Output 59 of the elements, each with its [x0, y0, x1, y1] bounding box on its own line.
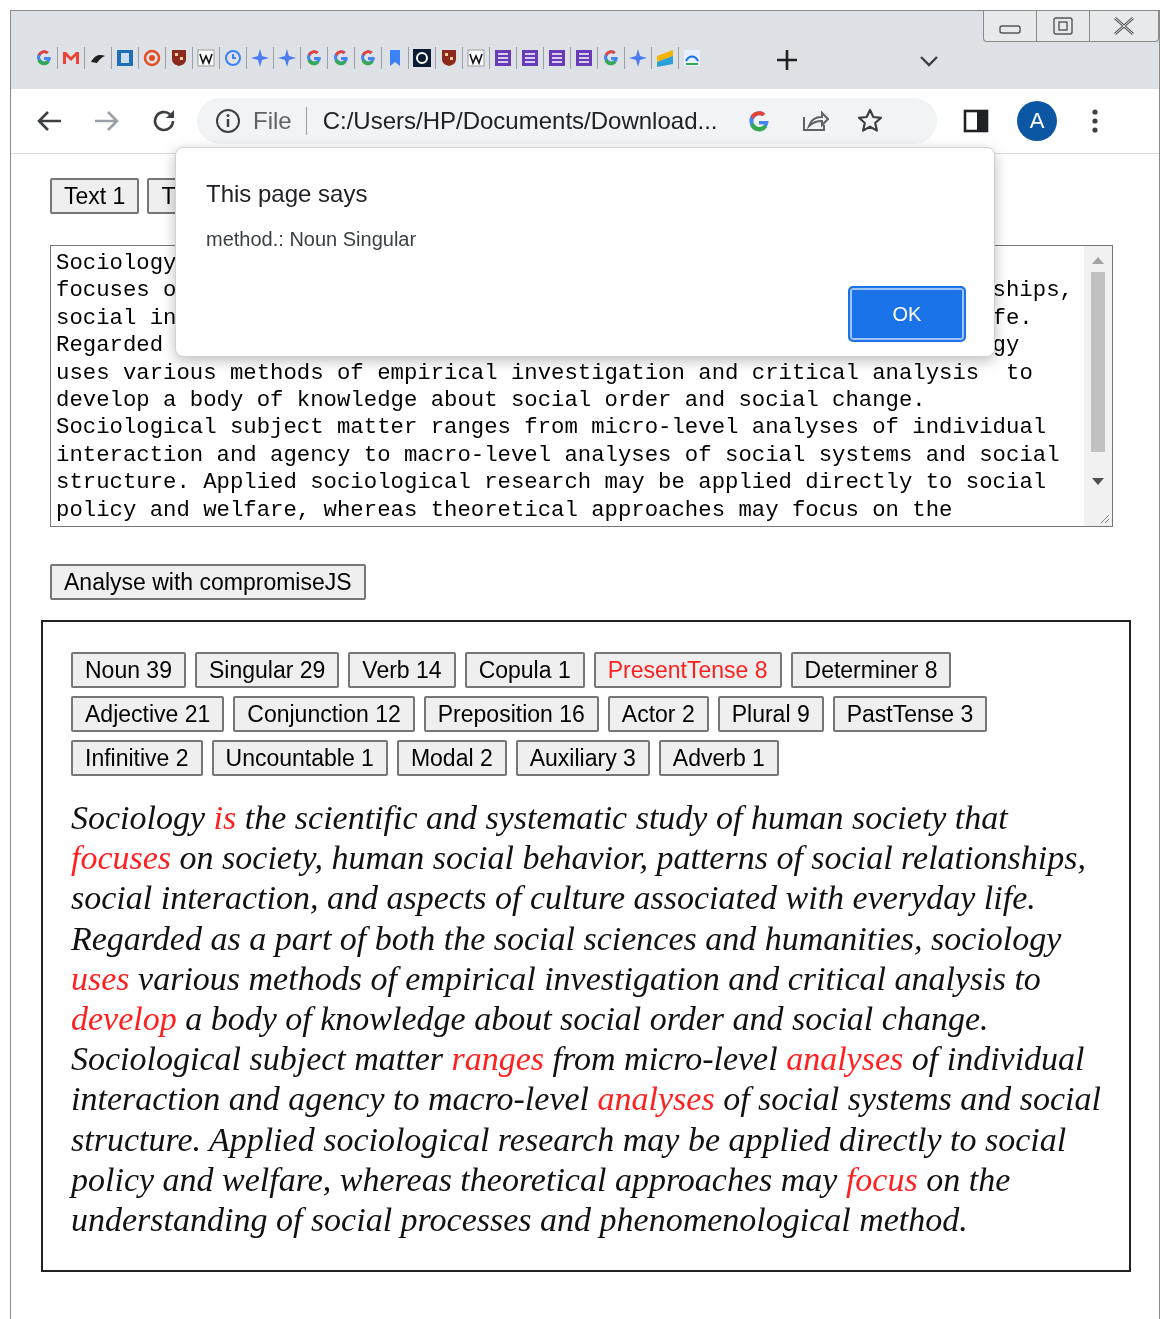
text-line: structure. Applied sociological research may be applied directly to social: [56, 469, 1047, 497]
reload-icon[interactable]: [151, 108, 177, 134]
side-panel-icon[interactable]: [963, 109, 989, 133]
profile-avatar[interactable]: A: [1017, 101, 1057, 141]
tag-button[interactable]: Noun 39: [71, 652, 186, 688]
text-line: Sociological subject matter ranges from micro-level analyses of individual: [56, 414, 1047, 442]
text-line: develop a body of knowledge about social order and social change.: [56, 386, 926, 415]
text-line: social in: [56, 304, 177, 331]
tag-button[interactable]: Conjunction 12: [233, 696, 415, 732]
text-line: focuses o: [56, 277, 177, 304]
text-line: gy: [992, 332, 1020, 360]
tab-favicon-icon[interactable]: [169, 48, 189, 68]
text-line: policy and welfare, whereas theoretical approaches may focus on the: [56, 496, 953, 524]
info-icon[interactable]: [215, 108, 241, 134]
resize-grip-icon[interactable]: [1098, 512, 1110, 524]
tag-button[interactable]: Verb 14: [348, 652, 456, 688]
address-bar[interactable]: File C:/Users/HP/Documents/Download...: [197, 98, 937, 144]
tag-button[interactable]: Actor 2: [607, 696, 709, 732]
dialog-title: This page says: [206, 180, 368, 208]
text-button[interactable]: Text 1: [50, 178, 140, 214]
text-line: interaction and agency to macro-level analyses of social systems and social: [56, 441, 1060, 470]
tag-button[interactable]: Copula 1: [464, 652, 585, 688]
tag-button[interactable]: Auxiliary 3: [515, 740, 650, 776]
text-line: Sociology: [56, 250, 177, 278]
analysed-text: Sociology is the scientific and systematic study of human society that focuses on society, human social behavior, patterns of social relationships, social interaction, and aspects of culture associated with everyday life. Regarded as a part of both the social sciences and humanities, sociology uses various methods of empirical investigation and critical analysis to develop a body of knowledge about social order and social change. Sociological subject matter ranges from micro-level analyses of individual interaction and agency to macro-level analyses of social systems and social structure. Applied sociological research may be applied directly to social policy and welfare, whereas theoretical approaches may focus on the understanding of social processes and phenomenological method.: [71, 798, 1102, 1241]
google-icon[interactable]: [747, 109, 772, 133]
tag-button[interactable]: Uncountable 1: [211, 740, 388, 776]
tab-favicon-icon[interactable]: [412, 48, 432, 68]
tag-button[interactable]: Adjective 21: [71, 696, 225, 732]
new-tab-icon[interactable]: [775, 48, 799, 72]
star-icon[interactable]: [857, 108, 884, 134]
tab-favicon-icon[interactable]: [196, 48, 216, 68]
chevron-down-icon[interactable]: [919, 55, 939, 67]
tab-favicon-icon[interactable]: [466, 48, 486, 68]
tab-favicon-icon[interactable]: [439, 48, 459, 68]
tag-button[interactable]: Singular 29: [194, 652, 340, 688]
scroll-up-icon[interactable]: [1092, 256, 1104, 264]
scroll-down-icon[interactable]: [1092, 478, 1104, 486]
text-line: ships,: [992, 277, 1073, 305]
ok-button[interactable]: OK: [848, 286, 966, 342]
back-icon[interactable]: [35, 109, 63, 133]
forward-icon[interactable]: [93, 109, 121, 133]
share-icon[interactable]: [801, 109, 830, 133]
tag-button[interactable]: Adverb 1: [658, 740, 779, 776]
tag-button[interactable]: Plural 9: [717, 696, 824, 732]
file-label: File: [253, 107, 307, 135]
tag-button[interactable]: PastTense 3: [832, 696, 988, 732]
analyse-button[interactable]: Analyse with compromiseJS: [50, 564, 366, 600]
tag-button[interactable]: Determiner 8: [790, 652, 952, 688]
tag-button[interactable]: Modal 2: [396, 740, 507, 776]
scrollbar[interactable]: [1084, 246, 1112, 526]
dialog-message: method.: Noun Singular: [206, 228, 417, 251]
url-text: C:/Users/HP/Documents/Download...: [322, 107, 718, 135]
text-line: fe.: [992, 304, 1033, 333]
text-line: Regarded: [56, 332, 164, 359]
text-line: uses various methods of empirical investigation and critical analysis to: [56, 359, 1033, 387]
tag-button[interactable]: Infinitive 2: [71, 740, 203, 776]
menu-icon[interactable]: [1091, 108, 1099, 134]
tag-button[interactable]: Preposition 16: [423, 696, 599, 732]
